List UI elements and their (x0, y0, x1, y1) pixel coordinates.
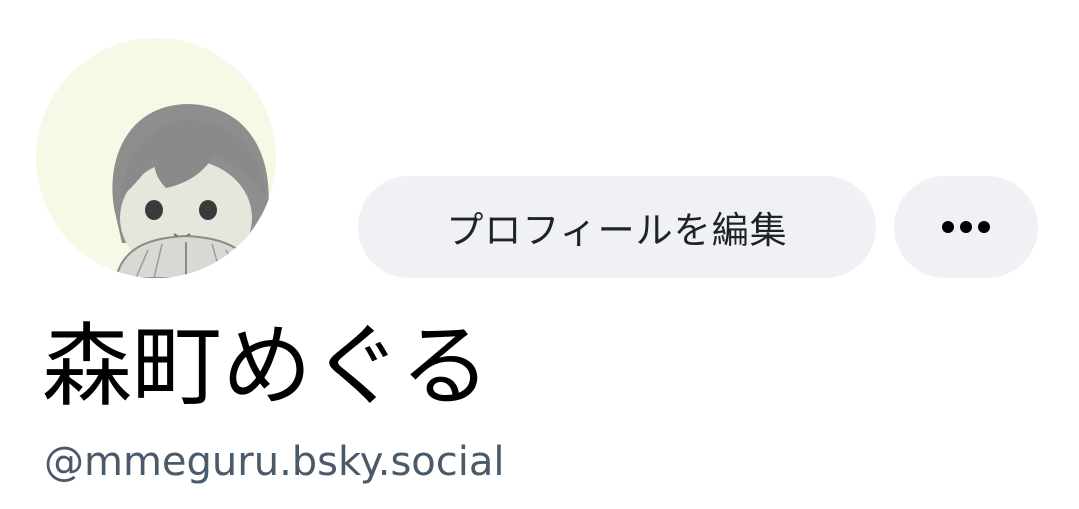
more-options-button[interactable] (894, 176, 1038, 278)
more-horizontal-icon (942, 221, 990, 233)
edit-profile-label: プロフィールを編集 (446, 209, 788, 252)
edit-profile-button[interactable]: プロフィールを編集 (358, 176, 876, 278)
user-handle: @mmeguru.bsky.social (44, 439, 505, 485)
avatar-image (36, 38, 276, 278)
avatar[interactable] (36, 38, 276, 278)
display-name: 森町めぐる (42, 314, 491, 419)
